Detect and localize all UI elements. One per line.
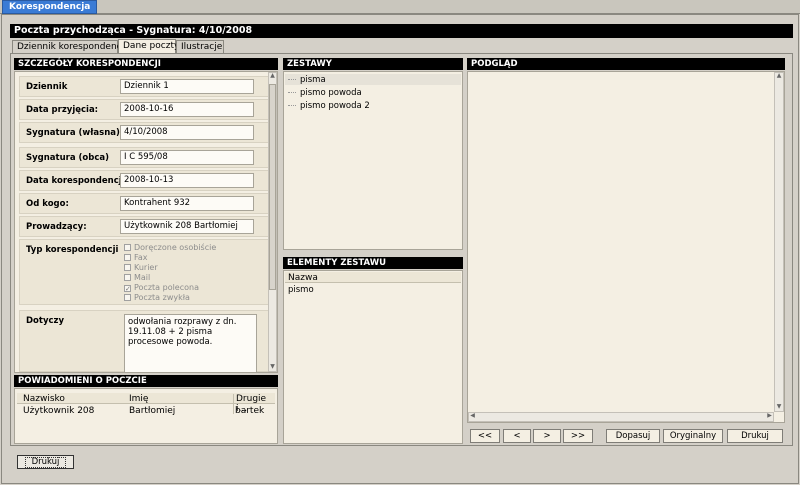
checkbox-poczta-polecona[interactable]: ✓ Poczta polecona <box>124 283 234 293</box>
field-data-przyjecia: Data przyjęcia: 2008-10-16 <box>19 99 275 120</box>
app-tab-bar <box>0 0 800 14</box>
preview-vertical-scrollbar[interactable] <box>774 72 784 412</box>
column-nazwisko[interactable]: Nazwisko <box>23 394 65 404</box>
checkbox-doreczone-osobiscie[interactable]: Doręczone osobiście <box>124 243 234 253</box>
print-preview-button[interactable]: Drukuj <box>727 429 783 443</box>
checkbox-label: Mail <box>134 273 151 282</box>
checkbox-box <box>124 264 131 271</box>
checkbox-box <box>124 254 131 261</box>
cell-nazwisko: Użytkownik 208 <box>23 406 95 416</box>
sets-panel: pisma pismo powoda pismo powoda 2 <box>283 71 463 250</box>
tab-dane-poczty[interactable]: Dane poczty <box>118 39 179 54</box>
field-label: Sygnatura (obca) <box>26 153 110 163</box>
checkbox-label: Poczta zwykła <box>134 293 190 302</box>
set-elements-header: ELEMENTY ZESTAWU <box>283 257 463 269</box>
field-od-kogo: Od kogo: Kontrahent 932 <box>19 193 275 214</box>
original-size-button[interactable]: Oryginalny <box>663 429 723 443</box>
typ-checkbox-group: Doręczone osobiście Fax Kurier Mail ✓ Poc… <box>124 243 254 303</box>
scroll-right-icon[interactable]: ▶ <box>765 412 774 422</box>
data-korespondencji-input[interactable]: 2008-10-13 <box>120 173 254 188</box>
checkbox-label: Poczta polecona <box>134 283 199 292</box>
preview-panel <box>467 71 785 423</box>
field-dotyczy: Dotyczy odwołania rozprawy z dn. 19.11.0… <box>19 310 275 372</box>
table-row[interactable]: Użytkownik 208 Bartłomiej bartek <box>17 405 275 417</box>
notifications-panel: Nazwisko Imię Drugie i... Użytkownik 208… <box>14 388 278 444</box>
notifications-header: POWIADOMIENI O POCZCIE <box>14 375 278 387</box>
field-dziennik: Dziennik Dziennik 1 <box>19 76 275 97</box>
tab-dziennik-korespondencji[interactable]: Dziennik korespondencji <box>12 40 127 54</box>
dotyczy-textarea[interactable]: odwołania rozprawy z dn. 19.11.08 + 2 pi… <box>124 314 257 372</box>
print-button-label: Drukuj <box>24 457 67 468</box>
checkbox-box <box>124 274 131 281</box>
tree-line <box>288 105 296 106</box>
print-button[interactable]: Drukuj <box>17 455 74 469</box>
next-page-button[interactable]: > <box>533 429 561 443</box>
checkbox-fax[interactable]: Fax <box>124 253 234 263</box>
tree-line <box>288 79 296 80</box>
field-data-korespondencji: Data korespondencji 2008-10-13 <box>19 170 275 191</box>
checkbox-kurier[interactable]: Kurier <box>124 263 234 273</box>
scroll-down-icon[interactable]: ▼ <box>268 363 277 372</box>
field-label: Sygnatura (własna) <box>26 128 120 138</box>
sets-header: ZESTAWY <box>283 58 463 70</box>
checkbox-label: Fax <box>134 253 148 262</box>
tab-ilustracje[interactable]: Ilustracje <box>176 40 224 54</box>
field-prowadzacy: Prowadzący: Użytkownik 208 Bartłomiej <box>19 216 275 237</box>
scroll-left-icon[interactable]: ◀ <box>468 412 477 422</box>
scroll-up-icon[interactable]: ▲ <box>774 72 784 81</box>
sygnatura-wlasna-input[interactable]: 4/10/2008 <box>120 125 254 140</box>
field-label: Dziennik <box>26 82 68 92</box>
dziennik-input[interactable]: Dziennik 1 <box>120 79 254 94</box>
checkbox-mail[interactable]: Mail <box>124 273 234 283</box>
data-przyjecia-input[interactable]: 2008-10-16 <box>120 102 254 117</box>
field-typ-korespondencji: Typ korespondencji Doręczone osobiście F… <box>19 239 275 305</box>
field-sygnatura-obca: Sygnatura (obca) I C 595/08 <box>19 147 275 168</box>
field-label: Od kogo: <box>26 199 69 209</box>
window-title: Poczta przychodząca - Sygnatura: 4/10/20… <box>10 24 793 38</box>
preview-horizontal-scrollbar[interactable] <box>468 412 774 422</box>
tree-line <box>288 92 296 93</box>
tree-item-pisma[interactable]: pisma <box>288 75 326 85</box>
scroll-down-icon[interactable]: ▼ <box>774 403 784 412</box>
checkbox-box <box>124 244 131 251</box>
app-tab-korespondencja[interactable]: Korespondencja <box>2 0 98 14</box>
fit-button[interactable]: Dopasuj <box>606 429 660 443</box>
set-elements-panel: Nazwa pismo <box>283 270 463 444</box>
column-nazwa[interactable]: Nazwa <box>285 272 461 283</box>
checkbox-box <box>124 294 131 301</box>
checkbox-poczta-zwykla[interactable]: Poczta zwykła <box>124 293 234 303</box>
list-item[interactable]: pismo <box>288 285 314 295</box>
details-header: SZCZEGÓŁY KORESPONDENCJI <box>14 58 278 70</box>
field-sygnatura-wlasna: Sygnatura (własna) 4/10/2008 <box>19 122 275 143</box>
details-panel: Dziennik Dziennik 1 Data przyjęcia: 2008… <box>14 71 278 373</box>
field-label: Typ korespondencji <box>26 245 119 255</box>
tree-item-label: pismo powoda <box>300 88 362 98</box>
cell-imie: Bartłomiej <box>129 406 176 416</box>
tree-item-pismo-powoda[interactable]: pismo powoda <box>288 88 362 98</box>
tree-item-label: pismo powoda 2 <box>300 101 370 111</box>
cell-drugie-imie: bartek <box>235 406 265 416</box>
field-label: Data przyjęcia: <box>26 105 99 115</box>
column-imie[interactable]: Imię <box>129 394 148 404</box>
sygnatura-obca-input[interactable]: I C 595/08 <box>120 150 254 165</box>
scroll-up-icon[interactable]: ▲ <box>268 72 277 81</box>
field-label: Dotyczy <box>26 316 65 326</box>
field-label: Data korespondencji <box>26 176 125 186</box>
notifications-table-header: Nazwisko Imię Drugie i... <box>17 393 275 414</box>
first-page-button[interactable]: << <box>470 429 500 443</box>
checkbox-label: Doręczone osobiście <box>134 243 217 252</box>
details-scroll-thumb[interactable] <box>269 84 276 290</box>
preview-header: PODGLĄD <box>467 58 785 70</box>
od-kogo-input[interactable]: Kontrahent 932 <box>120 196 254 211</box>
last-page-button[interactable]: >> <box>563 429 593 443</box>
field-label: Prowadzący: <box>26 222 87 232</box>
tree-item-label: pisma <box>300 75 326 85</box>
tree-item-pismo-powoda-2[interactable]: pismo powoda 2 <box>288 101 370 111</box>
prev-page-button[interactable]: < <box>503 429 531 443</box>
checkbox-box-checked: ✓ <box>124 285 131 293</box>
prowadzacy-input[interactable]: Użytkownik 208 Bartłomiej <box>120 219 254 234</box>
checkbox-label: Kurier <box>134 263 158 272</box>
